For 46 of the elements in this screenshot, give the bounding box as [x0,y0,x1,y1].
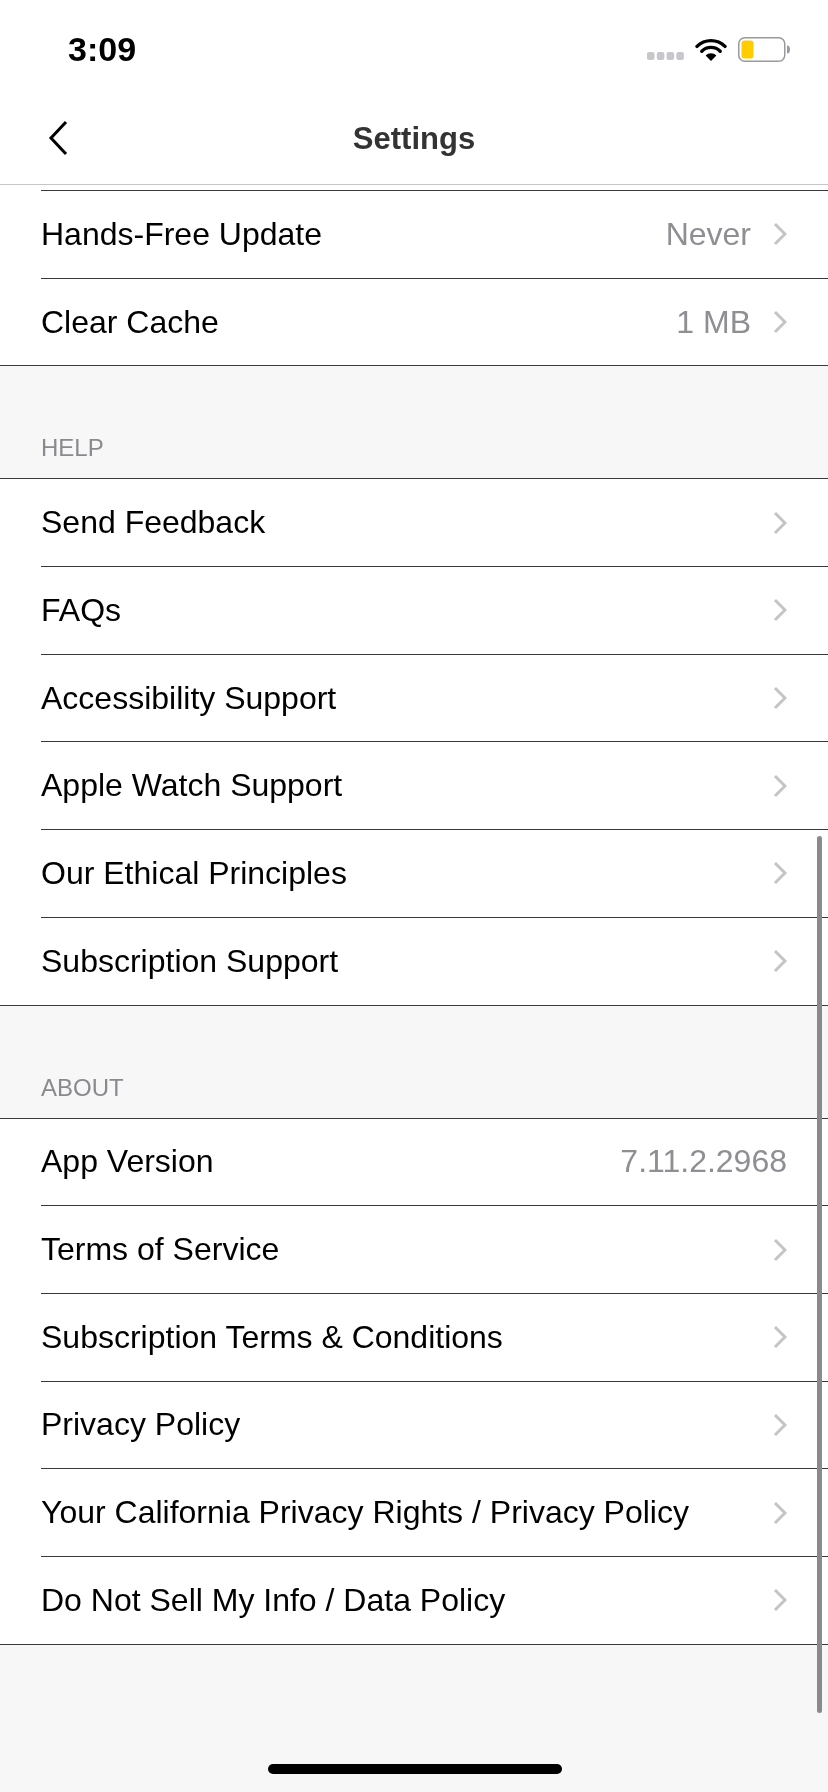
setting-label: Send Feedback [41,504,266,542]
setting-label: Hands-Free Update [41,215,323,253]
chevron-icon [773,598,787,623]
settings-row[interactable]: Accessibility Support [0,654,828,743]
setting-label: Privacy Policy [41,1406,241,1444]
chevron-icon [773,1588,787,1613]
chevron-icon [773,1500,787,1525]
setting-value: 7.11.2.2968 [620,1143,787,1181]
settings-row[interactable]: Hands-Free Update Never [0,191,828,279]
settings-row[interactable]: Subscription Support [0,917,828,1005]
setting-label: App Version [41,1143,214,1181]
settings-row[interactable]: Send Feedback [0,479,828,568]
chevron-icon [773,222,787,247]
settings-row[interactable]: Apple Watch Support [0,742,828,831]
setting-label: Do Not Sell My Info / Data Policy [41,1581,506,1619]
settings-row[interactable]: Do Not Sell My Info / Data Policy [0,1556,828,1644]
setting-label: Our Ethical Principles [41,854,347,892]
setting-label: Subscription Support [41,942,339,980]
setting-value: Never [665,215,751,253]
status-time: 3:09 [68,29,137,69]
setting-label: Apple Watch Support [41,767,343,805]
setting-label: Subscription Terms & Conditions [41,1318,503,1356]
section-header: HELP [41,434,104,463]
settings-row[interactable]: Clear Cache 1 MB [0,278,828,366]
setting-label: Clear Cache [41,303,219,341]
chevron-icon [773,949,787,974]
chevron-icon [773,1325,787,1350]
nav-title: Settings [352,121,476,157]
setting-value: 1 MB [676,303,751,341]
setting-label: FAQs [41,591,121,629]
setting-label: Your California Privacy Rights / Privacy Policy [41,1494,689,1532]
signal-icon [647,52,684,60]
setting-label: Accessibility Support [41,679,337,717]
chevron-icon [773,1412,787,1437]
wifi-icon [695,37,727,61]
settings-row[interactable]: FAQs [0,567,828,655]
battery-icon [738,36,790,62]
chevron-icon [773,1237,787,1262]
chevron-icon [773,773,787,798]
chevron-icon [773,686,787,711]
chevron-icon [773,510,787,535]
section-header: ABOUT [41,1073,124,1102]
chevron-icon [773,310,787,335]
setting-label: Terms of Service [41,1231,280,1269]
back-chevron-icon [48,120,68,156]
chevron-icon [773,861,787,886]
